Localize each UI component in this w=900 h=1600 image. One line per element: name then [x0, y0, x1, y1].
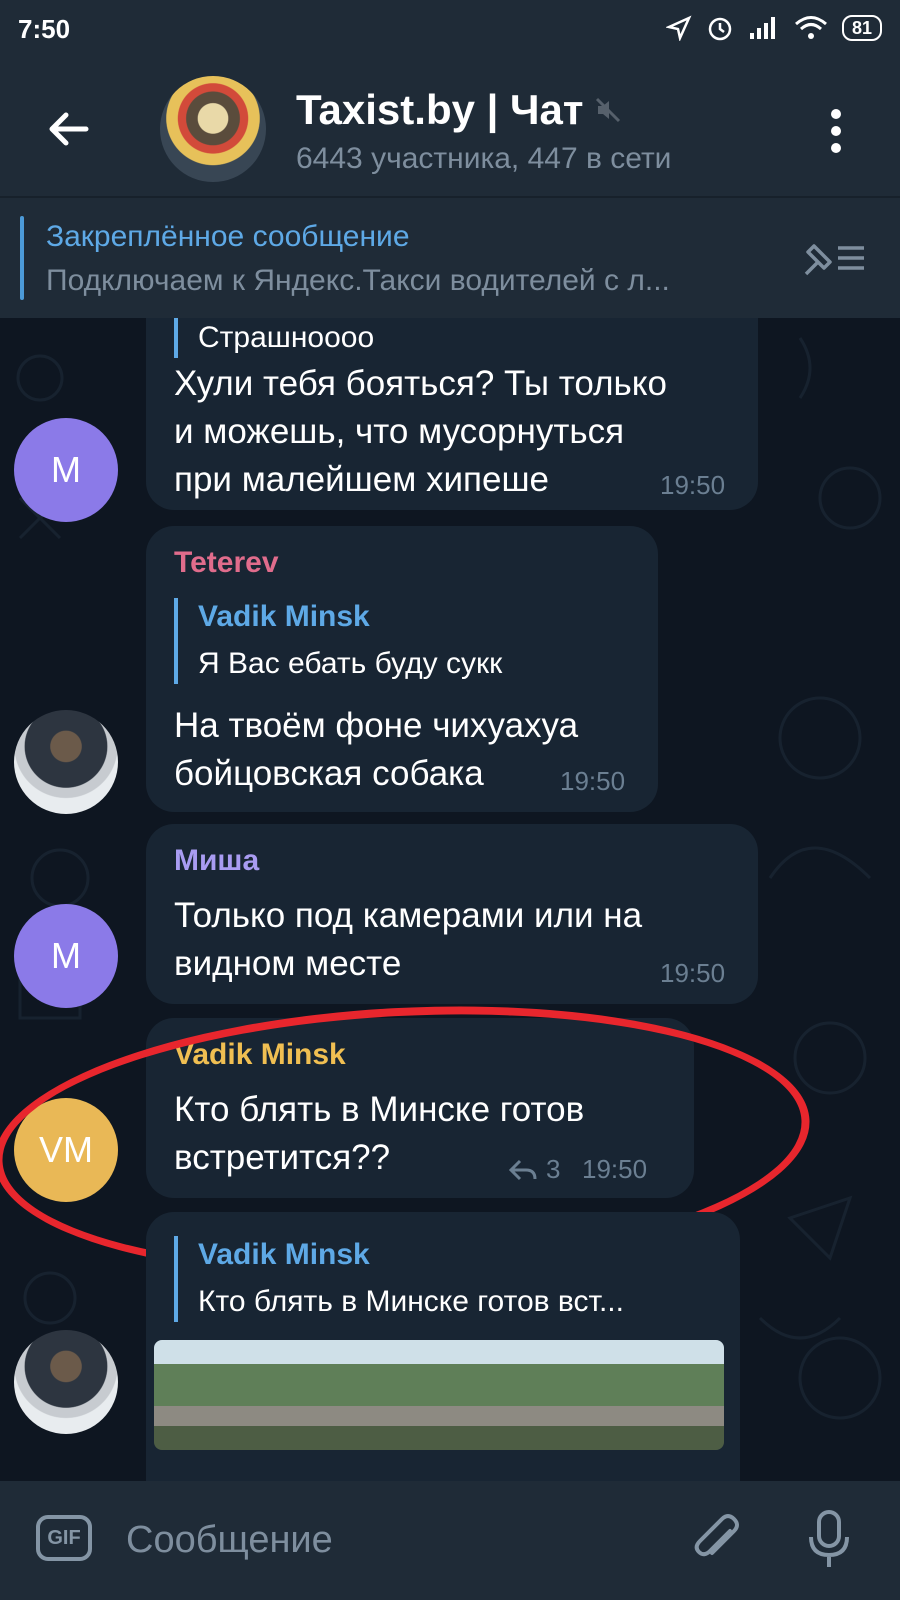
message-text: На твоём фоне чихуахуа бойцовская собака [174, 702, 578, 798]
message-time: 19:50 [660, 958, 726, 988]
signal-icon [749, 17, 775, 39]
chat-title[interactable]: Taxist.by | Чат [296, 86, 583, 134]
user-avatar[interactable]: М [14, 904, 118, 1008]
reply-quote[interactable]: Vadik Minsk Кто блять в Минске готов вст… [174, 1236, 624, 1322]
message-composer: GIF [0, 1481, 900, 1600]
location-icon [665, 15, 692, 41]
pinned-text: Подключаем к Яндекс.Такси водителей с л.… [46, 264, 670, 297]
user-avatar-photo[interactable] [14, 1330, 118, 1434]
avatar-initials: М [51, 935, 81, 976]
message-bubble[interactable]: Teterev Vadik Minsk Я Вас ебать буду сук… [146, 526, 658, 812]
reply-quote-text: Я Вас ебать буду сукк [198, 647, 503, 680]
message-text: Только под камерами или на видном месте [174, 892, 642, 988]
message-line: Только под камерами или на [174, 896, 643, 935]
chat-header: Taxist.by | Чат 6443 участника, 447 в се… [0, 62, 900, 196]
reply-quote[interactable]: Страшноооо [174, 318, 374, 358]
message-time: 19:50 [582, 1154, 648, 1184]
pinned-title: Закреплённое сообщение [46, 220, 410, 253]
message-line: и можешь, что мусорнуться [174, 412, 625, 451]
user-avatar[interactable]: VM [14, 1098, 118, 1202]
reply-quote[interactable]: Vadik Minsk Я Вас ебать буду сукк [174, 598, 502, 684]
muted-speaker-icon [595, 97, 621, 123]
sender-name[interactable]: Vadik Minsk [174, 1038, 346, 1072]
chat-members-status: 6443 участника, 447 в сети [296, 142, 672, 175]
pinned-indicator [20, 216, 24, 300]
wifi-icon [794, 16, 827, 39]
message-text: Хули тебя бояться? Ты только и можешь, ч… [174, 360, 667, 504]
message-line: На твоём фоне чихуахуа [174, 706, 579, 745]
reply-quote-text: Страшноооо [198, 321, 375, 354]
attached-photo[interactable] [154, 1340, 724, 1450]
message-bubble[interactable]: Vadik Minsk Кто блять в Минске готов вст… [146, 1212, 740, 1481]
message-bubble[interactable]: Миша Только под камерами или на видном м… [146, 824, 758, 1004]
chat-avatar[interactable] [160, 76, 266, 182]
status-time: 7:50 [18, 14, 71, 44]
message-time: 19:50 [560, 766, 626, 796]
avatar-initials: М [51, 449, 81, 490]
reply-quote-sender: Vadik Minsk [198, 600, 370, 633]
pin-list-icon[interactable] [800, 236, 870, 280]
attach-paperclip-icon[interactable] [690, 1511, 742, 1569]
reply-quote-text: Кто блять в Минске готов вст... [198, 1285, 624, 1318]
battery-indicator: 81 [841, 15, 882, 41]
alarm-icon [708, 17, 732, 41]
more-menu-icon[interactable] [826, 106, 846, 156]
avatar-initials: VM [39, 1129, 93, 1170]
microphone-icon[interactable] [806, 1509, 852, 1571]
pinned-message-bar[interactable]: Закреплённое сообщение Подключаем к Янде… [0, 198, 900, 318]
reply-count[interactable]: 3 [546, 1154, 560, 1185]
message-list[interactable]: М Страшноооо Хули тебя бояться? Ты тольк… [0, 318, 900, 1481]
reply-arrow-icon[interactable] [508, 1158, 538, 1182]
message-bubble[interactable]: Vadik Minsk Кто блять в Минске готов вст… [146, 1018, 694, 1198]
message-bubble[interactable]: Страшноооо Хули тебя бояться? Ты только … [146, 318, 758, 510]
back-arrow-icon[interactable] [44, 104, 94, 154]
sender-name[interactable]: Teterev [174, 546, 279, 580]
message-line: бойцовская собака [174, 754, 484, 793]
gif-button[interactable]: GIF [36, 1515, 92, 1561]
message-line: видном месте [174, 944, 402, 983]
message-line: Кто блять в Минске готов [174, 1090, 585, 1129]
sender-name[interactable]: Миша [174, 844, 259, 878]
user-avatar-photo[interactable] [14, 710, 118, 814]
message-time: 19:50 [660, 470, 726, 500]
status-icons: 81 [665, 14, 882, 42]
status-bar: 7:50 81 [0, 0, 900, 62]
message-line: при малейшем хипеше [174, 460, 550, 499]
message-line: Хули тебя бояться? Ты только [174, 364, 667, 403]
reply-quote-sender: Vadik Minsk [198, 1238, 370, 1271]
message-input[interactable] [124, 1505, 648, 1575]
user-avatar[interactable]: М [14, 418, 118, 522]
